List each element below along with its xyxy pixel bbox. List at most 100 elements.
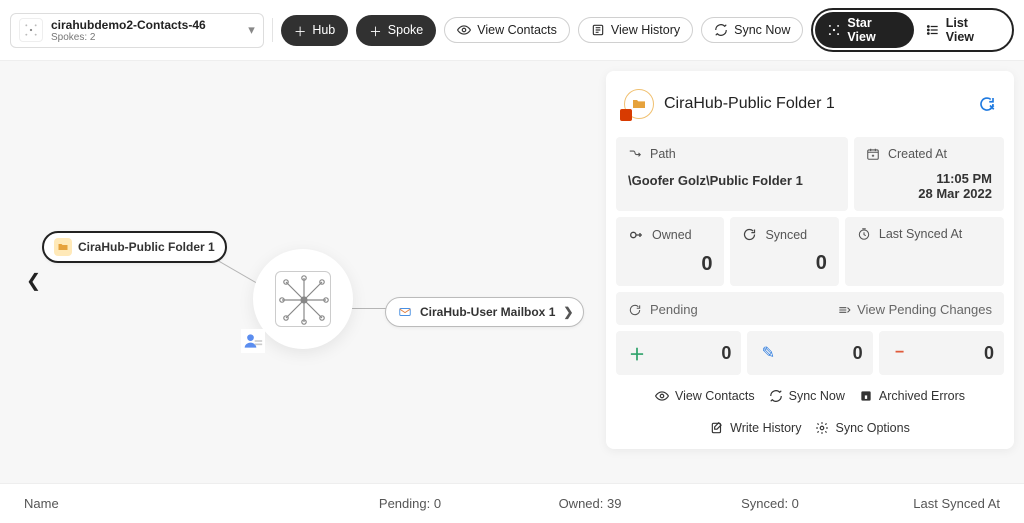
eye-icon	[655, 389, 669, 403]
pending-edit-tile: ✎ 0	[747, 331, 872, 375]
minus-icon: −	[889, 344, 911, 362]
hub-picker[interactable]: cirahubdemo2-Contacts-46 Spokes: 2 ▾	[10, 13, 264, 48]
hub-node[interactable]	[253, 249, 353, 349]
plus-icon: ＋	[626, 341, 648, 365]
divider	[272, 18, 273, 42]
spoke-a-node[interactable]: CiraHub-Public Folder 1	[42, 231, 227, 263]
refresh-button[interactable]	[978, 95, 996, 113]
list-view-tab[interactable]: List View	[914, 12, 1010, 48]
add-hub-label: Hub	[312, 23, 335, 37]
folder-icon	[54, 238, 72, 256]
hub-picker-title: cirahubdemo2-Contacts-46	[51, 18, 206, 32]
sync-now-label: Sync Now	[734, 23, 790, 37]
sync-now-button[interactable]: Sync Now	[701, 17, 803, 43]
view-pending-changes-link[interactable]: View Pending Changes	[837, 302, 992, 317]
panel-type-icon	[624, 89, 654, 119]
pending-remove-value: 0	[984, 343, 994, 364]
panel-sync-options-button[interactable]: Sync Options	[815, 421, 909, 435]
pending-add-value: 0	[721, 343, 731, 364]
top-toolbar: cirahubdemo2-Contacts-46 Spokes: 2 ▾ ＋ H…	[0, 0, 1024, 61]
synced-value: 0	[742, 252, 826, 275]
calendar-icon	[866, 147, 880, 161]
owned-label: Owned	[652, 228, 692, 242]
eye-icon	[457, 23, 471, 37]
hub-picker-text: cirahubdemo2-Contacts-46 Spokes: 2	[51, 18, 206, 43]
pending-remove-tile: − 0	[879, 331, 1004, 375]
created-label: Created At	[888, 147, 947, 161]
gear-icon	[815, 421, 829, 435]
hub-picker-icon	[19, 18, 43, 42]
column-owned[interactable]: Owned: 39	[500, 496, 680, 511]
add-spoke-button[interactable]: ＋ Spoke	[356, 15, 436, 46]
panel-view-contacts-button[interactable]: View Contacts	[655, 389, 755, 403]
star-view-tab[interactable]: Star View	[815, 12, 913, 48]
plus-icon: ＋	[294, 21, 307, 40]
path-icon	[628, 147, 642, 161]
list-view-label: List View	[946, 16, 998, 44]
last-synced-tile: Last Synced At	[845, 217, 1004, 286]
view-mode-toggle: Star View List View	[811, 8, 1014, 52]
pending-add-tile: ＋ 0	[616, 331, 741, 375]
hub-node-icon	[275, 271, 331, 327]
clock-icon	[857, 227, 871, 241]
view-history-label: View History	[611, 23, 680, 37]
panel-sync-now-label: Sync Now	[789, 389, 845, 403]
path-value: \Goofer Golz\Public Folder 1	[628, 173, 836, 188]
created-date: 28 Mar 2022	[866, 186, 992, 201]
footer-columns: Name Pending: 0 Owned: 39 Synced: 0 Last…	[0, 483, 1024, 523]
sync-icon	[742, 227, 757, 242]
panel-title: CiraHub-Public Folder 1	[664, 95, 835, 113]
hub-picker-subtitle: Spokes: 2	[51, 32, 206, 43]
add-hub-button[interactable]: ＋ Hub	[281, 15, 348, 46]
column-pending[interactable]: Pending: 0	[320, 496, 500, 511]
star-graph[interactable]: ❮ CiraHub-Public Folder 1 CiraHub-User M…	[0, 61, 590, 501]
pending-icon	[628, 303, 642, 317]
panel-archived-errors-label: Archived Errors	[879, 389, 965, 403]
star-view-label: Star View	[847, 16, 901, 44]
chevron-right-icon: ❯	[563, 305, 573, 319]
view-history-button[interactable]: View History	[578, 17, 693, 43]
owned-value: 0	[628, 253, 712, 276]
created-time: 11:05 PM	[866, 171, 992, 186]
spoke-b-node[interactable]: CiraHub-User Mailbox 1 ❯	[385, 297, 584, 327]
panel-view-contacts-label: View Contacts	[675, 389, 755, 403]
contacts-badge-icon	[241, 329, 265, 353]
key-icon	[628, 227, 644, 243]
path-tile: Path \Goofer Golz\Public Folder 1	[616, 137, 848, 211]
spoke-a-label: CiraHub-Public Folder 1	[78, 240, 215, 254]
view-contacts-button[interactable]: View Contacts	[444, 17, 570, 43]
panel-sync-now-button[interactable]: Sync Now	[769, 389, 845, 403]
last-synced-label: Last Synced At	[879, 227, 962, 241]
plus-icon: ＋	[369, 21, 382, 40]
pending-header-tile: Pending View Pending Changes	[616, 292, 1004, 325]
chevron-down-icon: ▾	[248, 22, 255, 38]
history-icon	[591, 23, 605, 37]
canvas-area: ❮ CiraHub-Public Folder 1 CiraHub-User M…	[0, 61, 1024, 501]
prev-arrow[interactable]: ❮	[22, 267, 45, 296]
column-name[interactable]: Name	[24, 496, 320, 511]
panel-header: CiraHub-Public Folder 1	[616, 81, 1004, 133]
pending-edit-value: 0	[853, 343, 863, 364]
star-graph-icon	[827, 23, 841, 37]
spoke-b-label: CiraHub-User Mailbox 1	[420, 305, 555, 319]
pending-label: Pending	[650, 302, 698, 317]
view-contacts-label: View Contacts	[477, 23, 557, 37]
panel-archived-errors-button[interactable]: Archived Errors	[859, 389, 965, 403]
add-spoke-label: Spoke	[388, 23, 423, 37]
panel-write-history-button[interactable]: Write History	[710, 421, 801, 435]
path-label: Path	[650, 147, 676, 161]
archive-icon	[859, 389, 873, 403]
synced-label: Synced	[765, 228, 807, 242]
sync-icon	[714, 23, 728, 37]
sync-icon	[769, 389, 783, 403]
column-synced[interactable]: Synced: 0	[680, 496, 860, 511]
mailbox-icon	[396, 303, 414, 321]
edit-icon	[710, 421, 724, 435]
panel-sync-options-label: Sync Options	[835, 421, 909, 435]
panel-actions: View Contacts Sync Now Archived Errors W…	[616, 375, 1004, 439]
owned-tile: Owned 0	[616, 217, 724, 286]
synced-tile: Synced 0	[730, 217, 838, 286]
o365-badge-icon	[620, 109, 632, 121]
created-tile: Created At 11:05 PM 28 Mar 2022	[854, 137, 1004, 211]
column-last-synced[interactable]: Last Synced At	[860, 496, 1000, 511]
